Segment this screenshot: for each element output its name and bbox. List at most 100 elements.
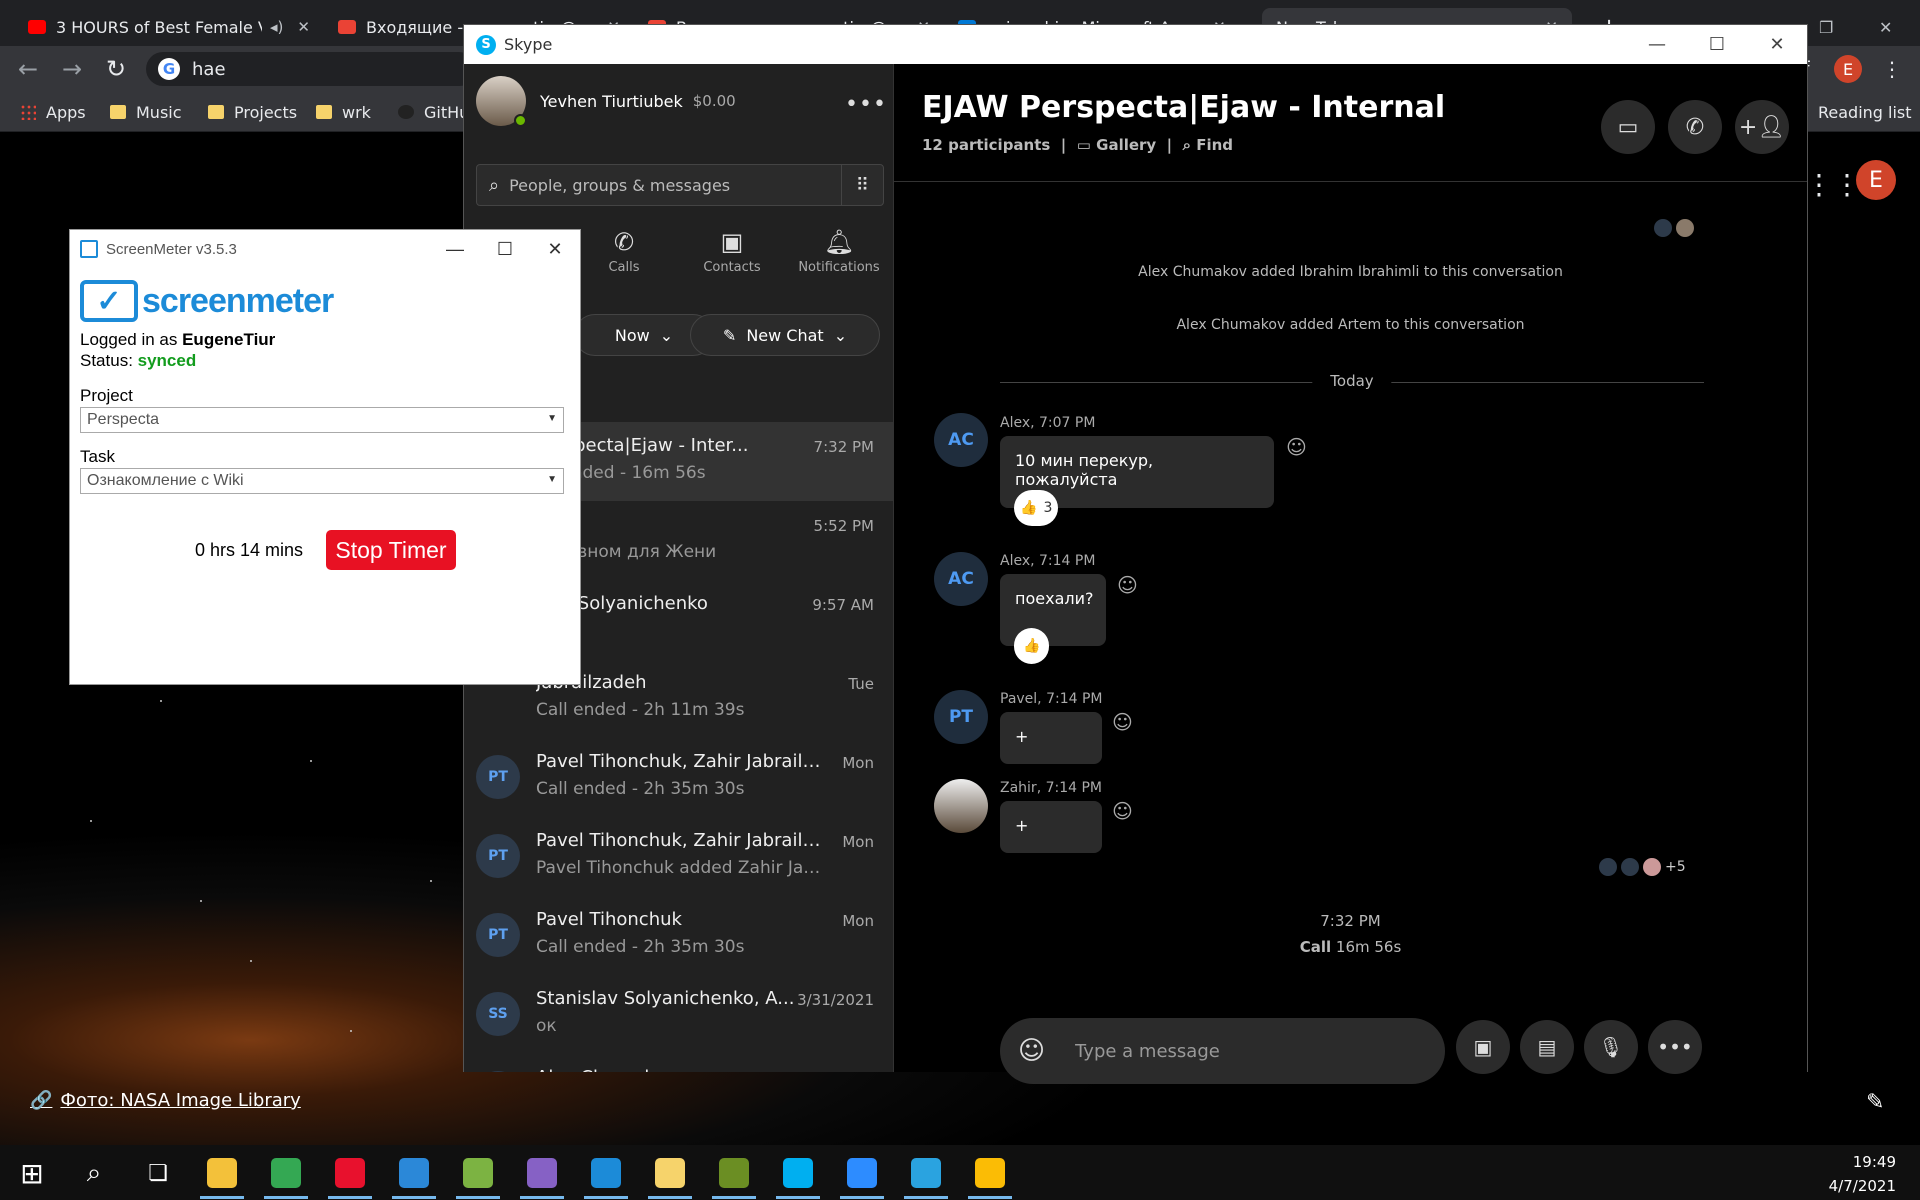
forward-arrow-icon[interactable]: → <box>52 46 92 92</box>
close-tab-icon[interactable]: ✕ <box>297 18 310 36</box>
message-bubble[interactable]: + <box>1000 801 1102 853</box>
emoji-icon[interactable]: ☺ <box>1018 1036 1045 1066</box>
reaction-badge[interactable]: 👍 <box>1014 628 1050 664</box>
add-reaction-icon[interactable]: ☺ <box>1117 573 1138 597</box>
file-explorer-icon[interactable] <box>192 1147 252 1199</box>
speaker-icon[interactable]: ◂) <box>270 18 283 36</box>
bookmark-apps[interactable]: Apps <box>20 92 86 132</box>
avatar[interactable]: PT <box>934 690 988 744</box>
telegram-icon[interactable] <box>896 1147 956 1199</box>
tab-calls[interactable]: ✆ Calls <box>574 228 674 275</box>
reload-icon[interactable]: ↻ <box>96 46 136 92</box>
search-icon[interactable]: ⌕ <box>64 1147 124 1199</box>
avatar[interactable] <box>476 76 527 127</box>
screenmeter-icon[interactable] <box>576 1147 636 1199</box>
thumbs-up-icon: 👍 <box>1023 638 1041 654</box>
google-profile-avatar[interactable]: E <box>1856 160 1896 200</box>
restore-icon[interactable]: ❐ <box>1805 8 1845 46</box>
chat-title: Pavel Tihonchuk, Zahir Jabrailz... <box>536 751 826 772</box>
profile-avatar[interactable]: E <box>1834 55 1862 83</box>
message-meta: Alex, 7:14 PM <box>1000 553 1096 569</box>
address-bar[interactable]: G hae <box>146 52 476 86</box>
project-select[interactable]: Perspecta <box>80 407 564 433</box>
more-options-icon[interactable]: ••• <box>1648 1020 1702 1074</box>
add-reaction-icon[interactable]: ☺ <box>1112 710 1133 734</box>
message-bubble[interactable]: + <box>1000 712 1102 764</box>
visual-studio-icon[interactable] <box>512 1147 572 1199</box>
minimize-icon[interactable]: — <box>1627 25 1687 64</box>
phone-icon: ✆ <box>613 228 635 256</box>
stop-timer-button[interactable]: Stop Timer <box>326 530 456 570</box>
contact-card-icon[interactable]: ▤ <box>1520 1020 1574 1074</box>
bookmark-github[interactable]: GitHu <box>398 92 469 132</box>
chat-list-item[interactable]: SS Stanislav Solyanichenko, A... ок 3/31/20… <box>464 975 893 1054</box>
close-window-icon[interactable]: ✕ <box>1865 8 1905 46</box>
visual-studio-icon-glyph <box>527 1158 557 1188</box>
zoom-icon[interactable] <box>832 1147 892 1199</box>
notepad-icon[interactable] <box>448 1147 508 1199</box>
close-icon[interactable]: ✕ <box>530 230 580 268</box>
close-icon[interactable]: ✕ <box>1747 25 1807 64</box>
add-people-icon[interactable]: +👤︎ <box>1735 100 1789 154</box>
task-select[interactable]: Ознакомление с Wiki <box>80 468 564 494</box>
audio-call-icon[interactable]: ✆ <box>1668 100 1722 154</box>
apps-grid-icon <box>20 104 36 120</box>
back-arrow-icon[interactable]: ← <box>8 46 48 92</box>
tool-icon[interactable] <box>704 1147 764 1199</box>
chat-list-item[interactable]: PT Pavel Tihonchuk, Zahir Jabrailz... Pave… <box>464 817 893 896</box>
chat-list-item[interactable]: PT Pavel Tihonchuk Call ended - 2h 35m 30s… <box>464 896 893 975</box>
chrome-icon[interactable] <box>256 1147 316 1199</box>
video-call-icon[interactable]: ▭ <box>1601 100 1655 154</box>
windows-start-icon[interactable]: ⊞ <box>2 1147 62 1199</box>
google-apps-icon[interactable]: ⋮⋮ <box>1805 168 1861 201</box>
maps-icon[interactable] <box>384 1147 444 1199</box>
bookmark-music[interactable]: Music <box>110 92 182 132</box>
chat-list-item[interactable]: AC Alex Chumakov3/30/2021 <box>464 1054 893 1072</box>
dialpad-icon[interactable]: ⠿ <box>841 165 883 205</box>
tool-icon-glyph <box>719 1158 749 1188</box>
avatar[interactable]: AC <box>934 552 988 606</box>
skype-window: S Skype — ☐ ✕ Yevhen Tiurtiubek $0.00 ••… <box>463 24 1808 1084</box>
opera-icon[interactable] <box>320 1147 380 1199</box>
maximize-icon[interactable]: ☐ <box>1687 25 1747 64</box>
photo-credit-link[interactable]: 🔗 Фото: NASA Image Library <box>30 1090 301 1111</box>
new-chat-button[interactable]: ✎ New Chat ⌄ <box>690 314 880 356</box>
add-reaction-icon[interactable]: ☺ <box>1286 435 1307 459</box>
chat-title: Pavel Tihonchuk <box>536 909 682 930</box>
task-view-icon[interactable]: ❏ <box>128 1147 188 1199</box>
terminal-icon[interactable] <box>640 1147 700 1199</box>
file-explorer-icon-glyph <box>207 1158 237 1188</box>
reading-list[interactable]: Reading list <box>1818 92 1912 132</box>
online-status-dot <box>514 114 527 127</box>
elapsed-time: 0 hrs 14 mins <box>195 540 304 560</box>
profile-section[interactable]: Yevhen Tiurtiubek $0.00 <box>476 76 736 127</box>
tab-contacts[interactable]: ▣ Contacts <box>682 228 782 275</box>
read-receipts[interactable]: +5 <box>1599 858 1686 876</box>
reaction-badge[interactable]: 👍 3 <box>1014 490 1059 526</box>
tab-notifications[interactable]: 🔔︎ Notifications <box>789 228 889 275</box>
microphone-icon[interactable]: 🎙︎ <box>1584 1020 1638 1074</box>
message-input[interactable]: ☺ Type a message <box>1000 1018 1445 1084</box>
search-icon: ⌕ <box>489 174 500 196</box>
avatar[interactable] <box>934 779 988 833</box>
search-input[interactable]: ⌕ People, groups & messages ⠿ <box>476 164 884 206</box>
system-message: Alex Chumakov added Ibrahim Ibrahimli to… <box>1138 264 1563 280</box>
chat-preview: ок <box>536 1016 557 1036</box>
bookmark-wrk[interactable]: wrk <box>316 92 371 132</box>
conversation-title[interactable]: EJAW Perspecta|Ejaw - Internal <box>922 90 1445 125</box>
menu-kebab-icon[interactable]: ⋮ <box>1872 46 1912 92</box>
chat-list-item[interactable]: PT Pavel Tihonchuk, Zahir Jabrailz... Call… <box>464 738 893 817</box>
chrome-tab-youtube[interactable]: 3 HOURS of Best Female Vo ◂) ✕ <box>14 8 324 46</box>
maximize-icon[interactable]: ☐ <box>480 230 530 268</box>
more-options-icon[interactable]: ••• <box>845 92 887 117</box>
image-attach-icon[interactable]: ▣ <box>1456 1020 1510 1074</box>
bookmark-projects[interactable]: Projects <box>208 92 297 132</box>
chrome-icon-2[interactable] <box>960 1147 1020 1199</box>
customize-pencil-icon[interactable]: ✎ <box>1866 1090 1884 1115</box>
skype-icon[interactable] <box>768 1147 828 1199</box>
minimize-icon[interactable]: — <box>430 230 480 268</box>
system-clock[interactable]: 19:49 4/7/2021 <box>1829 1150 1896 1198</box>
add-reaction-icon[interactable]: ☺ <box>1112 799 1133 823</box>
chat-title: Alex Chumakov <box>536 1067 826 1072</box>
avatar[interactable]: AC <box>934 413 988 467</box>
